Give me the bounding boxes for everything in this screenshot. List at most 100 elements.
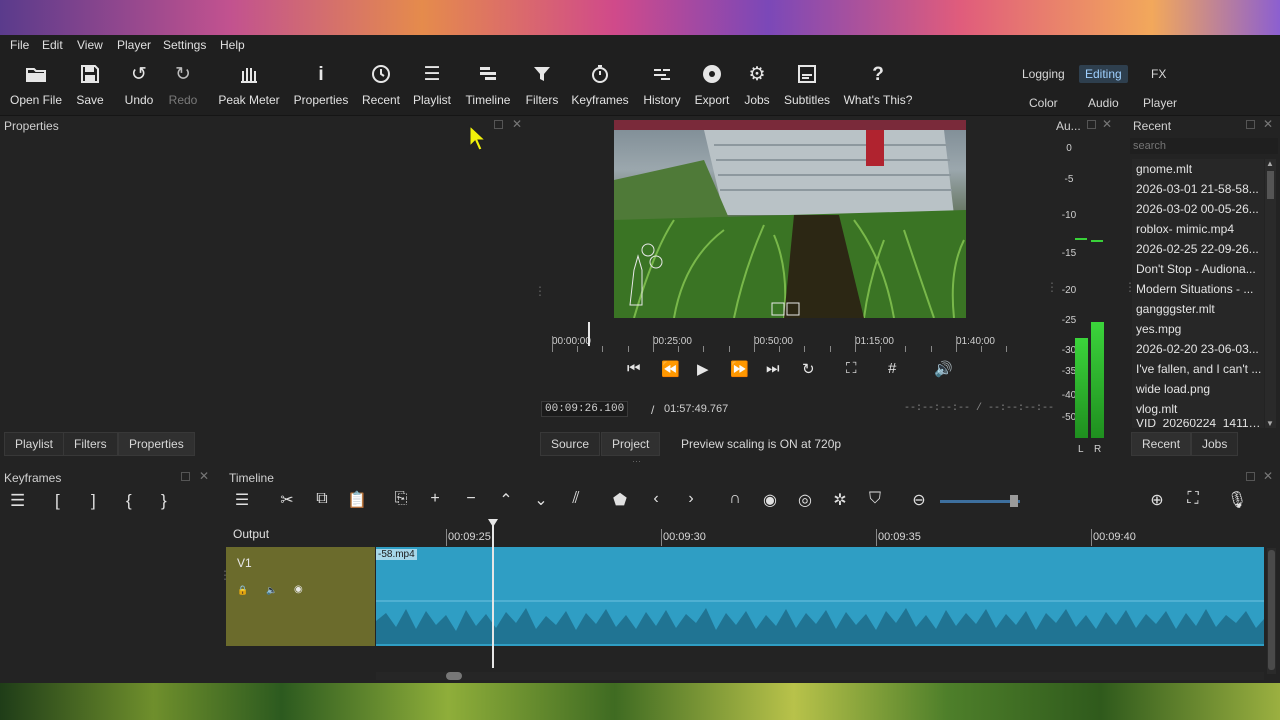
set-filter-end-icon[interactable]: }	[161, 491, 167, 511]
recent-item[interactable]: 2026-02-20 23-06-03...	[1132, 339, 1264, 359]
tab-filters[interactable]: Filters	[63, 432, 118, 456]
player-ruler[interactable]: 00:00:00 00:25:00 00:50:00 01:15:00 01:4…	[550, 322, 1028, 352]
grid-icon[interactable]: #	[888, 360, 896, 377]
save-button[interactable]: Save	[72, 63, 108, 107]
layout-editing[interactable]: Editing	[1079, 65, 1128, 83]
volume-icon[interactable]: 🔊	[934, 360, 953, 378]
undo-button[interactable]: ↺ Undo	[120, 63, 158, 107]
cut-icon[interactable]: ✂	[276, 490, 298, 510]
video-preview[interactable]	[614, 120, 966, 318]
zoom-in-icon[interactable]: ⊕	[1146, 490, 1168, 510]
snap-icon[interactable]: ∩	[724, 490, 746, 508]
scroll-up-icon[interactable]: ▲	[1266, 159, 1274, 168]
recent-scrollbar[interactable]: ▲ ▼	[1265, 159, 1276, 428]
tab-playlist[interactable]: Playlist	[4, 432, 65, 456]
ripple-markers-icon[interactable]: ⛉	[864, 490, 886, 508]
menu-settings[interactable]: Settings	[163, 38, 206, 52]
close-panel-icon[interactable]: ✕	[1263, 117, 1273, 131]
recent-item[interactable]: vlog.mlt	[1132, 399, 1264, 419]
timeline-clip[interactable]: -58.mp4	[376, 547, 1264, 646]
recent-item[interactable]: Modern Situations - ...	[1132, 279, 1264, 299]
scrollbar-thumb[interactable]	[1267, 171, 1274, 199]
marker-icon[interactable]: ⬟	[609, 490, 631, 510]
recent-item[interactable]: 2026-03-02 00-05-26...	[1132, 199, 1264, 219]
timeline-vertical-scrollbar[interactable]	[1267, 548, 1276, 674]
splitter-handle[interactable]: ⋮	[534, 284, 546, 298]
close-panel-icon[interactable]: ✕	[1263, 469, 1273, 483]
menu-view[interactable]: View	[77, 38, 103, 52]
recent-item[interactable]: gnome.mlt	[1132, 159, 1264, 179]
zoom-fit-timeline-icon[interactable]: ⛶	[1182, 490, 1204, 508]
recent-item[interactable]: wide load.png	[1132, 379, 1264, 399]
history-button[interactable]: History	[640, 63, 684, 107]
splitter-handle[interactable]: ⋮	[1046, 280, 1058, 294]
tab-project[interactable]: Project	[601, 432, 661, 456]
recent-item[interactable]: roblox- mimic.mp4	[1132, 219, 1264, 239]
scrollbar-thumb[interactable]	[1268, 550, 1275, 670]
recent-item[interactable]: I've fallen, and I can't ...	[1132, 359, 1264, 379]
skip-to-start-icon[interactable]: ⏮	[627, 360, 641, 377]
recent-item[interactable]: gangggster.mlt	[1132, 299, 1264, 319]
record-audio-icon[interactable]: 🎙	[1226, 490, 1248, 510]
subtitles-button[interactable]: Subtitles	[782, 63, 832, 107]
set-in-icon[interactable]: [	[55, 491, 60, 511]
set-out-icon[interactable]: ]	[91, 491, 96, 511]
layout-logging[interactable]: Logging	[1016, 65, 1071, 83]
filters-button[interactable]: Filters	[524, 63, 560, 107]
track-header-v1[interactable]: V1 🔒 🔈 ◉	[226, 547, 375, 646]
redo-button[interactable]: ↻ Redo	[166, 63, 200, 107]
tab-recent[interactable]: Recent	[1131, 432, 1192, 456]
float-panel-icon[interactable]	[1246, 120, 1255, 129]
close-panel-icon[interactable]: ✕	[512, 117, 522, 131]
peak-meter-button[interactable]: Peak Meter	[216, 63, 282, 107]
skip-to-end-icon[interactable]: ⏭	[766, 360, 780, 377]
loop-icon[interactable]: ↻	[802, 360, 815, 378]
properties-button[interactable]: i Properties	[292, 63, 350, 107]
recent-item[interactable]: yes.mpg	[1132, 319, 1264, 339]
previous-marker-icon[interactable]: ‹	[645, 490, 667, 508]
menu-player[interactable]: Player	[117, 38, 151, 52]
tab-jobs[interactable]: Jobs	[1191, 432, 1239, 456]
rewind-icon[interactable]: ⏪	[661, 360, 680, 378]
append-icon[interactable]: ⎘	[390, 490, 412, 508]
position-timecode-field[interactable]: 00:09:26.100	[541, 401, 629, 417]
paste-icon[interactable]: 📋	[346, 490, 368, 510]
export-button[interactable]: Export	[693, 63, 731, 107]
add-icon[interactable]: +	[424, 490, 446, 508]
open-file-button[interactable]: Open File	[8, 63, 64, 107]
fast-forward-icon[interactable]: ⏩	[730, 360, 749, 378]
layout-color[interactable]: Color	[1023, 94, 1064, 112]
remove-icon[interactable]: −	[460, 490, 482, 508]
timeline-playhead[interactable]	[492, 522, 494, 668]
float-panel-icon[interactable]	[1087, 120, 1096, 129]
ripple-icon[interactable]: ◎	[794, 490, 816, 510]
recent-item[interactable]: Don't Stop - Audiona...	[1132, 259, 1264, 279]
tab-properties[interactable]: Properties	[118, 432, 195, 456]
play-icon[interactable]: ▶	[697, 360, 709, 378]
player-playhead[interactable]	[588, 322, 590, 346]
scrollbar-thumb[interactable]	[446, 672, 462, 680]
keyframes-menu-icon[interactable]: ☰	[10, 491, 25, 511]
float-panel-icon[interactable]	[181, 472, 190, 481]
timeline-button[interactable]: Timeline	[464, 63, 512, 107]
zoom-slider-handle[interactable]	[1010, 495, 1018, 507]
timeline-horizontal-scrollbar[interactable]	[376, 672, 1264, 680]
splitter-handle[interactable]: ⋯	[632, 456, 641, 467]
playlist-button[interactable]: ☰ Playlist	[412, 63, 452, 107]
zoom-fit-icon[interactable]: ⛶	[846, 360, 857, 377]
whats-this-button[interactable]: ? What's This?	[843, 63, 913, 107]
set-filter-start-icon[interactable]: {	[126, 491, 132, 511]
mute-icon[interactable]: 🔈	[266, 585, 277, 596]
menu-edit[interactable]: Edit	[42, 38, 63, 52]
jobs-button[interactable]: ⚙ Jobs	[740, 63, 774, 107]
next-marker-icon[interactable]: ›	[680, 490, 702, 508]
scrub-icon[interactable]: ◉	[759, 490, 781, 510]
overwrite-icon[interactable]: ⌄	[530, 490, 552, 510]
eye-icon[interactable]: ◉	[294, 584, 303, 595]
float-panel-icon[interactable]	[1246, 472, 1255, 481]
recent-item[interactable]: 2026-02-25 22-09-26...	[1132, 239, 1264, 259]
layout-player[interactable]: Player	[1137, 94, 1183, 112]
layout-fx[interactable]: FX	[1145, 65, 1172, 83]
copy-icon[interactable]: ⧉	[311, 490, 333, 508]
menu-file[interactable]: File	[10, 38, 29, 52]
